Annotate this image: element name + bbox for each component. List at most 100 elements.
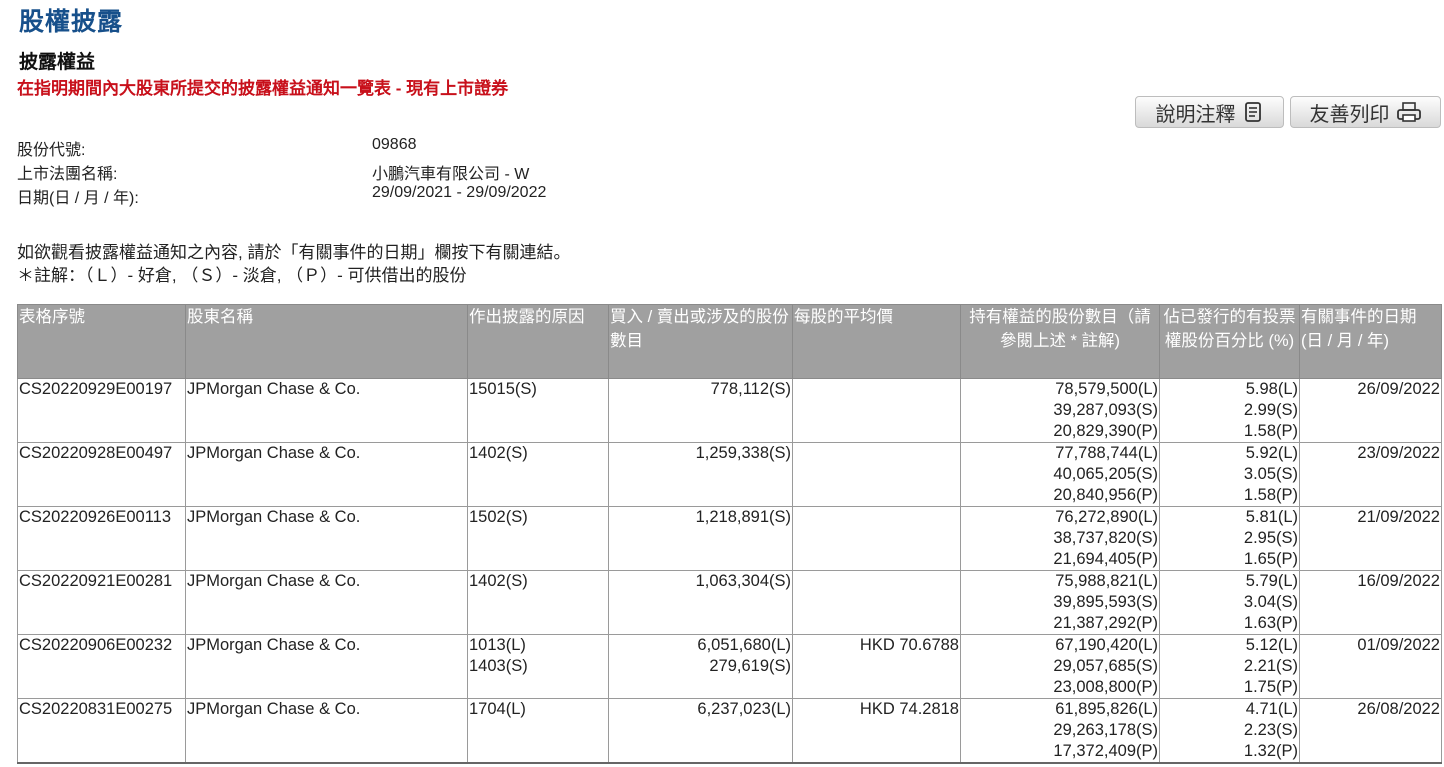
cell-shares-held: 77,788,744(L) 40,065,205(S) 20,840,956(P) <box>960 442 1160 507</box>
cell-holder-text: JPMorgan Chase & Co. <box>187 572 361 590</box>
cell-shares-involved-line: 1,259,338(S) <box>695 444 791 462</box>
cell-shares-held-line: 40,065,205(S) <box>1053 465 1158 483</box>
cell-percent-line: 2.99(S) <box>1243 401 1298 419</box>
cell-event-date-text: 16/09/2022 <box>1357 572 1440 590</box>
cell-percent-line: 1.75(P) <box>1243 678 1298 696</box>
cell-form-no-text: CS20220928E00497 <box>19 444 173 462</box>
cell-shares-held-line: 29,263,178(S) <box>1053 721 1158 739</box>
cell-form-no: CS20220929E00197 <box>17 378 186 443</box>
cell-event-date[interactable]: 16/09/2022 <box>1299 570 1442 635</box>
cell-reason-line: 1704(L) <box>469 700 526 718</box>
page-title: 股權披露 <box>19 8 124 36</box>
cell-avg-price-text: HKD 74.2818 <box>859 700 959 718</box>
cell-event-date[interactable]: 21/09/2022 <box>1299 506 1442 571</box>
cell-shares-held-line: 21,387,292(P) <box>1053 614 1158 632</box>
cell-holder-text: JPMorgan Chase & Co. <box>187 508 361 526</box>
cell-reason-line: 1403(S) <box>469 657 528 675</box>
cell-form-no-text: CS20220921E00281 <box>19 572 173 590</box>
instruction-text: 如欲觀看披露權益通知之內容, 請於「有關事件的日期」欄按下有關連結。 <box>17 243 571 262</box>
cell-percent-line: 5.79(L) <box>1245 572 1298 590</box>
cell-holder-text: JPMorgan Chase & Co. <box>187 636 361 654</box>
cell-reason-line: 15015(S) <box>469 380 537 398</box>
table-row: CS20220928E00497 JPMorgan Chase & Co. 1402… <box>17 442 1442 507</box>
table-row: CS20220926E00113 JPMorgan Chase & Co. 1502… <box>17 506 1442 571</box>
cell-shares-involved: 1,259,338(S) <box>608 442 793 507</box>
table-row: CS20220921E00281 JPMorgan Chase & Co. 1402… <box>17 570 1442 635</box>
cell-percent-line: 2.95(S) <box>1243 529 1298 547</box>
explanatory-notes-label: 說明注釋 <box>1155 103 1236 126</box>
header-reason: 作出披露的原因 <box>467 304 609 379</box>
cell-shares-involved-line: 6,237,023(L) <box>697 700 791 718</box>
table-row: CS20220929E00197 JPMorgan Chase & Co. 1501… <box>17 378 1442 443</box>
cell-shares-held-line: 38,737,820(S) <box>1053 529 1158 547</box>
cell-percent-line: 2.23(S) <box>1243 721 1298 739</box>
cell-reason: 1402(S) <box>467 442 609 507</box>
cell-event-date[interactable]: 26/09/2022 <box>1299 378 1442 443</box>
cell-shares-involved: 6,051,680(L) 279,619(S) <box>608 634 793 699</box>
cell-event-date[interactable]: 23/09/2022 <box>1299 442 1442 507</box>
cell-shares-involved: 1,218,891(S) <box>608 506 793 571</box>
cell-percent: 5.12(L) 2.21(S) 1.75(P) <box>1159 634 1300 699</box>
cell-form-no: CS20220831E00275 <box>17 698 186 764</box>
cell-percent: 4.71(L) 2.23(S) 1.32(P) <box>1159 698 1300 764</box>
cell-shares-held: 78,579,500(L) 39,287,093(S) 20,829,390(P) <box>960 378 1160 443</box>
cell-shares-held-line: 17,372,409(P) <box>1053 742 1158 760</box>
cell-form-no: CS20220928E00497 <box>17 442 186 507</box>
cell-shares-involved-line: 1,218,891(S) <box>695 508 791 526</box>
cell-shares-involved: 1,063,304(S) <box>608 570 793 635</box>
cell-event-date[interactable]: 26/08/2022 <box>1299 698 1442 764</box>
cell-form-no: CS20220921E00281 <box>17 570 186 635</box>
date-range-value: 29/09/2021 - 29/09/2022 <box>372 184 547 201</box>
cell-event-date-text: 21/09/2022 <box>1357 508 1440 526</box>
notes-icon <box>1242 101 1264 123</box>
list-heading: 在指明期間內大股東所提交的披露權益通知一覽表 - 現有上市證券 <box>17 79 509 98</box>
cell-shares-involved-line: 1,063,304(S) <box>695 572 791 590</box>
cell-shares-held: 61,895,826(L) 29,263,178(S) 17,372,409(P) <box>960 698 1160 764</box>
cell-shares-held-line: 76,272,890(L) <box>1055 508 1158 526</box>
cell-shares-held-line: 23,008,800(P) <box>1053 678 1158 696</box>
cell-shares-held-line: 20,840,956(P) <box>1053 486 1158 504</box>
cell-reason-line: 1013(L) <box>469 636 526 654</box>
cell-form-no: CS20220926E00113 <box>17 506 186 571</box>
header-event-date: 有關事件的日期 (日 / 月 / 年) <box>1299 304 1442 379</box>
cell-form-no-text: CS20220929E00197 <box>19 380 173 398</box>
cell-shares-held: 67,190,420(L) 29,057,685(S) 23,008,800(P) <box>960 634 1160 699</box>
explanatory-notes-button[interactable]: 說明注釋 <box>1135 96 1284 128</box>
cell-event-date[interactable]: 01/09/2022 <box>1299 634 1442 699</box>
cell-holder: JPMorgan Chase & Co. <box>185 570 468 635</box>
cell-percent-line: 1.63(P) <box>1243 614 1298 632</box>
cell-reason: 1013(L) 1403(S) <box>467 634 609 699</box>
company-name-value: 小鵬汽車有限公司 - W <box>372 166 530 183</box>
notation-legend: ＊註解：（Ｌ）- 好倉, （Ｓ）- 淡倉, （Ｐ）- 可供借出的股份 <box>17 266 467 285</box>
cell-reason-line: 1402(S) <box>469 444 528 462</box>
cell-avg-price: HKD 70.6788 <box>792 634 961 699</box>
company-name-label: 上市法團名稱: <box>17 166 118 183</box>
cell-percent-line: 5.98(L) <box>1245 380 1298 398</box>
cell-avg-price <box>792 570 961 635</box>
cell-event-date-text: 01/09/2022 <box>1357 636 1440 654</box>
cell-reason: 1704(L) <box>467 698 609 764</box>
cell-event-date-text: 23/09/2022 <box>1357 444 1440 462</box>
print-friendly-button[interactable]: 友善列印 <box>1290 96 1441 128</box>
cell-shares-held-line: 75,988,821(L) <box>1055 572 1158 590</box>
cell-percent-line: 5.92(L) <box>1245 444 1298 462</box>
cell-avg-price <box>792 442 961 507</box>
table-row: CS20220831E00275 JPMorgan Chase & Co. 1704… <box>17 698 1442 764</box>
cell-shares-held: 76,272,890(L) 38,737,820(S) 21,694,405(P) <box>960 506 1160 571</box>
header-shares-held: 持有權益的股份數目（請參閱上述 * 註解) <box>960 304 1160 379</box>
cell-avg-price <box>792 506 961 571</box>
cell-shares-held-line: 61,895,826(L) <box>1055 700 1158 718</box>
header-shares-involved: 買入 / 賣出或涉及的股份數目 <box>608 304 793 379</box>
table-row: CS20220906E00232 JPMorgan Chase & Co. 1013… <box>17 634 1442 699</box>
cell-form-no-text: CS20220906E00232 <box>19 636 173 654</box>
cell-percent-line: 1.32(P) <box>1243 742 1298 760</box>
cell-avg-price: HKD 74.2818 <box>792 698 961 764</box>
cell-shares-held: 75,988,821(L) 39,895,593(S) 21,387,292(P) <box>960 570 1160 635</box>
cell-holder: JPMorgan Chase & Co. <box>185 378 468 443</box>
cell-holder: JPMorgan Chase & Co. <box>185 698 468 764</box>
cell-holder: JPMorgan Chase & Co. <box>185 442 468 507</box>
cell-shares-involved: 6,237,023(L) <box>608 698 793 764</box>
cell-percent-line: 5.81(L) <box>1245 508 1298 526</box>
cell-percent-line: 5.12(L) <box>1245 636 1298 654</box>
cell-percent-line: 1.58(P) <box>1243 486 1298 504</box>
